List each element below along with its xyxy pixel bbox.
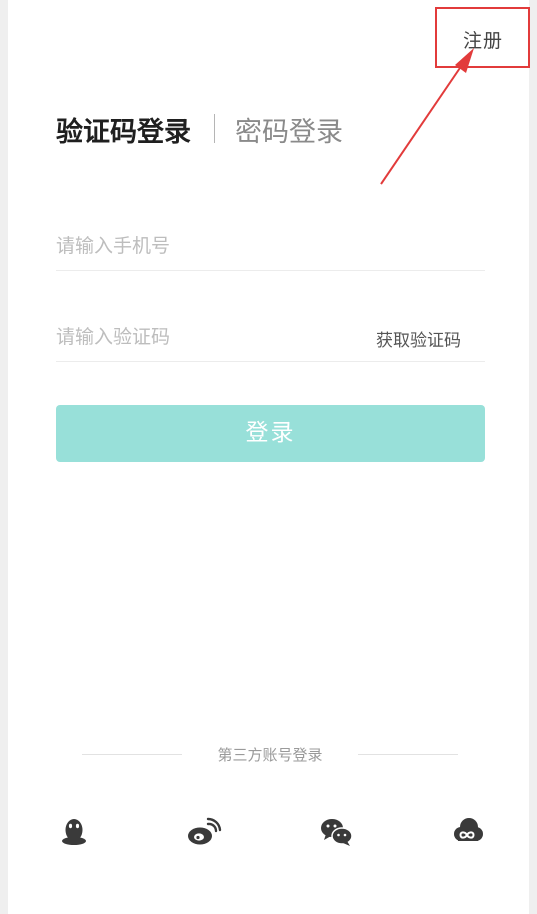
wechat-icon	[321, 819, 353, 846]
wechat-login-button[interactable]	[318, 814, 354, 850]
login-button[interactable]: 登录	[56, 405, 485, 462]
tab-divider	[214, 114, 215, 143]
code-input[interactable]	[56, 319, 356, 355]
code-field: 获取验证码	[56, 313, 485, 362]
cloud-icon	[454, 818, 483, 841]
phone-field	[56, 222, 485, 271]
phone-input[interactable]	[56, 228, 356, 264]
qq-login-button[interactable]	[56, 814, 92, 850]
third-party-divider: 第三方账号登录	[82, 744, 458, 764]
divider-line-right	[358, 754, 458, 755]
weibo-icon	[188, 817, 222, 845]
tab-password-login[interactable]: 密码登录	[235, 110, 343, 149]
tab-sms-login[interactable]: 验证码登录	[56, 110, 191, 149]
get-code-button[interactable]: 获取验证码	[376, 326, 461, 351]
cloud-login-button[interactable]	[449, 814, 485, 850]
weibo-login-button[interactable]	[186, 814, 222, 850]
qq-icon	[62, 819, 86, 845]
